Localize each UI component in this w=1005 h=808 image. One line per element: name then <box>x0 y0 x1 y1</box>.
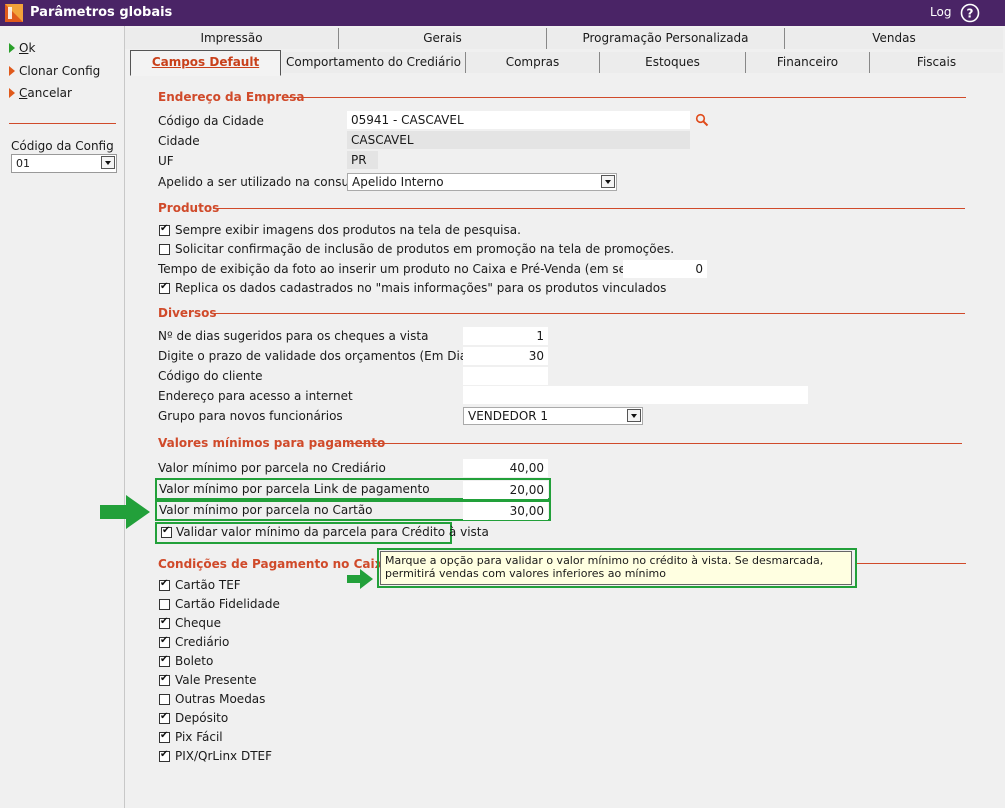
svg-text:?: ? <box>967 7 974 21</box>
tab-financeiro[interactable]: Financeiro <box>746 52 870 73</box>
condicao-vale-presente-checkbox[interactable] <box>159 673 170 686</box>
main-panel: Impressão Gerais Programação Personaliza… <box>124 26 1005 808</box>
valor-cartao-label: Valor mínimo por parcela no Cartão <box>159 503 373 517</box>
condicao-label: Depósito <box>175 711 229 725</box>
help-icon[interactable]: ? <box>960 3 980 23</box>
endereco-internet-label: Endereço para acesso a internet <box>158 389 353 403</box>
window-title: Parâmetros globais <box>30 5 173 20</box>
replica-dados-label: Replica os dados cadastrados no "mais in… <box>175 281 667 295</box>
play-icon <box>9 88 15 98</box>
left-action-panel: Ok Clonar Config Cancelar Código da Conf… <box>0 26 124 808</box>
exibir-imagens-checkbox[interactable] <box>159 223 170 236</box>
grupo-funcionarios-select[interactable]: VENDEDOR 1 <box>463 407 643 425</box>
cidade-field: CASCAVEL <box>347 131 690 149</box>
valor-crediario-label: Valor mínimo por parcela no Crediário <box>158 461 386 475</box>
tab-impressao[interactable]: Impressão <box>125 28 339 49</box>
condicao-label: Outras Moedas <box>175 692 266 706</box>
divider <box>9 123 116 124</box>
tab-campos-default[interactable]: Campos Default <box>130 50 281 76</box>
dropdown-arrow-icon[interactable] <box>101 156 115 169</box>
condicao-boleto-checkbox[interactable] <box>159 654 170 667</box>
condicao-label: Boleto <box>175 654 214 668</box>
condicao-label: PIX/QrLinx DTEF <box>175 749 273 763</box>
condicao-label: Cartão TEF <box>175 578 241 592</box>
valor-link-label: Valor mínimo por parcela Link de pagamen… <box>159 482 430 496</box>
divider <box>213 313 965 314</box>
ok-button[interactable]: Ok <box>9 41 35 57</box>
prazo-orcamentos-input[interactable]: 30 <box>463 347 548 365</box>
log-link[interactable]: Log <box>930 5 951 19</box>
exibir-imagens-label: Sempre exibir imagens dos produtos na te… <box>175 223 521 237</box>
section-endereco-title: Endereço da Empresa <box>158 90 305 104</box>
tab-estoques[interactable]: Estoques <box>600 52 746 73</box>
divider <box>213 208 965 209</box>
cidade-label: Cidade <box>158 134 200 148</box>
condicao-cartao-fidelidade-checkbox[interactable] <box>159 599 170 610</box>
dias-cheques-input[interactable]: 1 <box>463 327 548 345</box>
validar-minimo-checkbox[interactable] <box>161 525 172 538</box>
condicao-cartao-tef-checkbox[interactable] <box>159 578 170 591</box>
confirmar-promocao-label: Solicitar confirmação de inclusão de pro… <box>175 242 675 256</box>
validar-minimo-label: Validar valor mínimo da parcela para Cré… <box>176 525 489 539</box>
section-produtos-title: Produtos <box>158 201 220 215</box>
valor-link-input[interactable]: 20,00 <box>463 481 548 499</box>
tab-row-2: Campos Default Comportamento do Crediári… <box>125 50 1005 76</box>
condicao-label: Crediário <box>175 635 230 649</box>
divider <box>285 97 966 98</box>
tempo-foto-input[interactable]: 0 <box>623 260 707 278</box>
condicao-label: Cartão Fidelidade <box>175 597 280 611</box>
green-arrow-icon <box>347 569 373 589</box>
dias-cheques-label: Nº de dias sugeridos para os cheques a v… <box>158 329 429 343</box>
dropdown-arrow-icon[interactable] <box>627 409 641 422</box>
codigo-cidade-input[interactable]: 05941 - CASCAVEL <box>347 111 690 129</box>
tab-vendas[interactable]: Vendas <box>785 28 1003 49</box>
codigo-cliente-input[interactable] <box>463 367 548 385</box>
condicao-deposito-checkbox[interactable] <box>159 711 170 724</box>
tab-comportamento-crediario[interactable]: Comportamento do Crediário <box>282 52 466 73</box>
uf-label: UF <box>158 154 174 168</box>
app-logo-icon <box>5 4 23 22</box>
apelido-label: Apelido a ser utilizado na consulta <box>158 175 365 189</box>
play-icon <box>9 66 15 76</box>
tab-compras[interactable]: Compras <box>466 52 600 73</box>
uf-field: PR <box>347 151 378 169</box>
condicao-label: Vale Presente <box>175 673 257 687</box>
condicao-cheque-checkbox[interactable] <box>159 616 170 629</box>
tab-row-1: Impressão Gerais Programação Personaliza… <box>125 26 1005 50</box>
dropdown-arrow-icon[interactable] <box>601 175 615 188</box>
endereco-internet-input[interactable] <box>463 386 808 404</box>
valor-cartao-input[interactable]: 30,00 <box>463 502 548 520</box>
condicao-pix-qrlinx-checkbox[interactable] <box>159 749 170 762</box>
codigo-cliente-label: Código do cliente <box>158 369 263 383</box>
clone-config-button[interactable]: Clonar Config <box>9 64 100 80</box>
condicao-crediario-checkbox[interactable] <box>159 635 170 648</box>
prazo-orcamentos-label: Digite o prazo de validade dos orçamento… <box>158 349 479 363</box>
condicao-label: Cheque <box>175 616 221 630</box>
tab-gerais[interactable]: Gerais <box>339 28 547 49</box>
cancel-button[interactable]: Cancelar <box>9 86 72 102</box>
tab-programacao-personalizada[interactable]: Programação Personalizada <box>547 28 785 49</box>
divider <box>350 443 962 444</box>
grupo-funcionarios-label: Grupo para novos funcionários <box>158 409 343 423</box>
condicao-pix-facil-checkbox[interactable] <box>159 730 170 743</box>
tempo-foto-label: Tempo de exibição da foto ao inserir um … <box>158 262 679 276</box>
replica-dados-checkbox[interactable] <box>159 281 170 294</box>
title-bar: Parâmetros globais Log ? <box>0 0 1005 26</box>
tab-fiscais[interactable]: Fiscais <box>870 52 1003 73</box>
search-icon[interactable] <box>695 113 709 127</box>
divider <box>855 563 966 564</box>
confirmar-promocao-checkbox[interactable] <box>159 244 170 255</box>
condicao-label: Pix Fácil <box>175 730 223 744</box>
section-diversos-title: Diversos <box>158 306 217 320</box>
valor-crediario-input[interactable]: 40,00 <box>463 459 548 477</box>
codigo-cidade-label: Código da Cidade <box>158 114 264 128</box>
config-code-label: Código da Config <box>11 139 114 153</box>
tooltip: Marque a opção para validar o valor míni… <box>380 551 852 585</box>
config-code-select[interactable]: 01 <box>11 154 117 173</box>
play-icon <box>9 43 15 53</box>
green-arrow-icon <box>100 495 150 529</box>
condicao-outras-moedas-checkbox[interactable] <box>159 694 170 705</box>
apelido-select[interactable]: Apelido Interno <box>347 173 617 191</box>
